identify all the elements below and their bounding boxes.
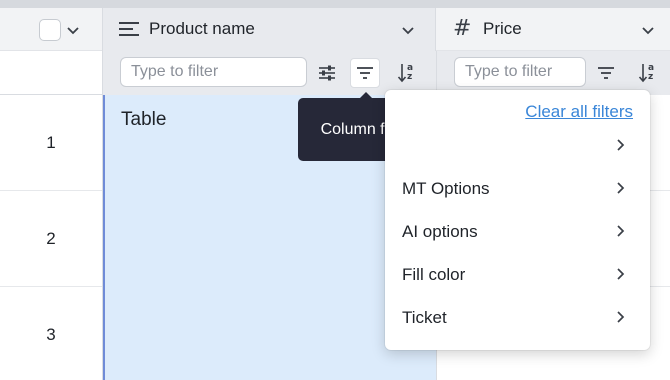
column-options-menu: Clear all filters MT Options AI options … <box>385 90 650 350</box>
menu-item[interactable] <box>385 124 650 167</box>
product-filter-input[interactable] <box>120 57 307 87</box>
sort-letters: a z <box>647 63 655 82</box>
chevron-right-icon <box>617 139 625 151</box>
number-type-icon: # <box>453 16 472 41</box>
column-header-product-name[interactable]: Product name <box>103 8 436 51</box>
filter-icon[interactable] <box>594 61 618 85</box>
select-all-checkbox[interactable] <box>39 19 61 41</box>
sort-az-icon[interactable]: a z <box>392 61 418 85</box>
chevron-right-icon <box>617 311 625 323</box>
price-filter-input[interactable] <box>454 57 586 87</box>
filter-row-spacer <box>0 51 103 95</box>
row-number[interactable]: 1 <box>0 95 103 191</box>
chevron-right-icon <box>617 268 625 280</box>
select-all-header <box>0 8 103 51</box>
sort-letters: a z <box>406 63 414 82</box>
cell-value: Table <box>121 109 167 130</box>
filter-cell-product-name: a z <box>103 51 437 95</box>
sliders-icon[interactable] <box>315 61 339 85</box>
chevron-down-icon[interactable] <box>65 22 81 38</box>
column-title-price: Price <box>483 19 522 38</box>
filter-cell-price: a z <box>437 51 670 95</box>
menu-item-label: MT Options <box>402 178 490 198</box>
chevron-right-icon <box>617 182 625 194</box>
filter-row: a z a z <box>0 51 670 95</box>
clear-all-filters-link[interactable]: Clear all filters <box>525 102 633 122</box>
chevron-right-icon <box>617 225 625 237</box>
row-number[interactable]: 2 <box>0 191 103 287</box>
chevron-down-icon[interactable] <box>399 21 417 39</box>
chevron-down-icon[interactable] <box>639 21 657 39</box>
menu-item-mt-options[interactable]: MT Options <box>385 167 650 210</box>
menu-item-label: Fill color <box>402 264 466 284</box>
menu-item-ticket[interactable]: Ticket <box>385 296 650 339</box>
row-number[interactable]: 3 <box>0 287 103 380</box>
column-header-row: Product name # Price <box>0 8 670 51</box>
column-title-product-name: Product name <box>149 19 255 38</box>
menu-item-fill-color[interactable]: Fill color <box>385 253 650 296</box>
text-lines-icon <box>119 22 139 36</box>
filter-icon[interactable] <box>350 58 380 88</box>
top-strip <box>0 0 670 8</box>
menu-item-ai-options[interactable]: AI options <box>385 210 650 253</box>
menu-item-label: Ticket <box>402 307 447 327</box>
column-header-price[interactable]: # Price <box>437 8 670 51</box>
sort-az-icon[interactable]: a z <box>633 61 659 85</box>
menu-item-label: AI options <box>402 221 478 241</box>
